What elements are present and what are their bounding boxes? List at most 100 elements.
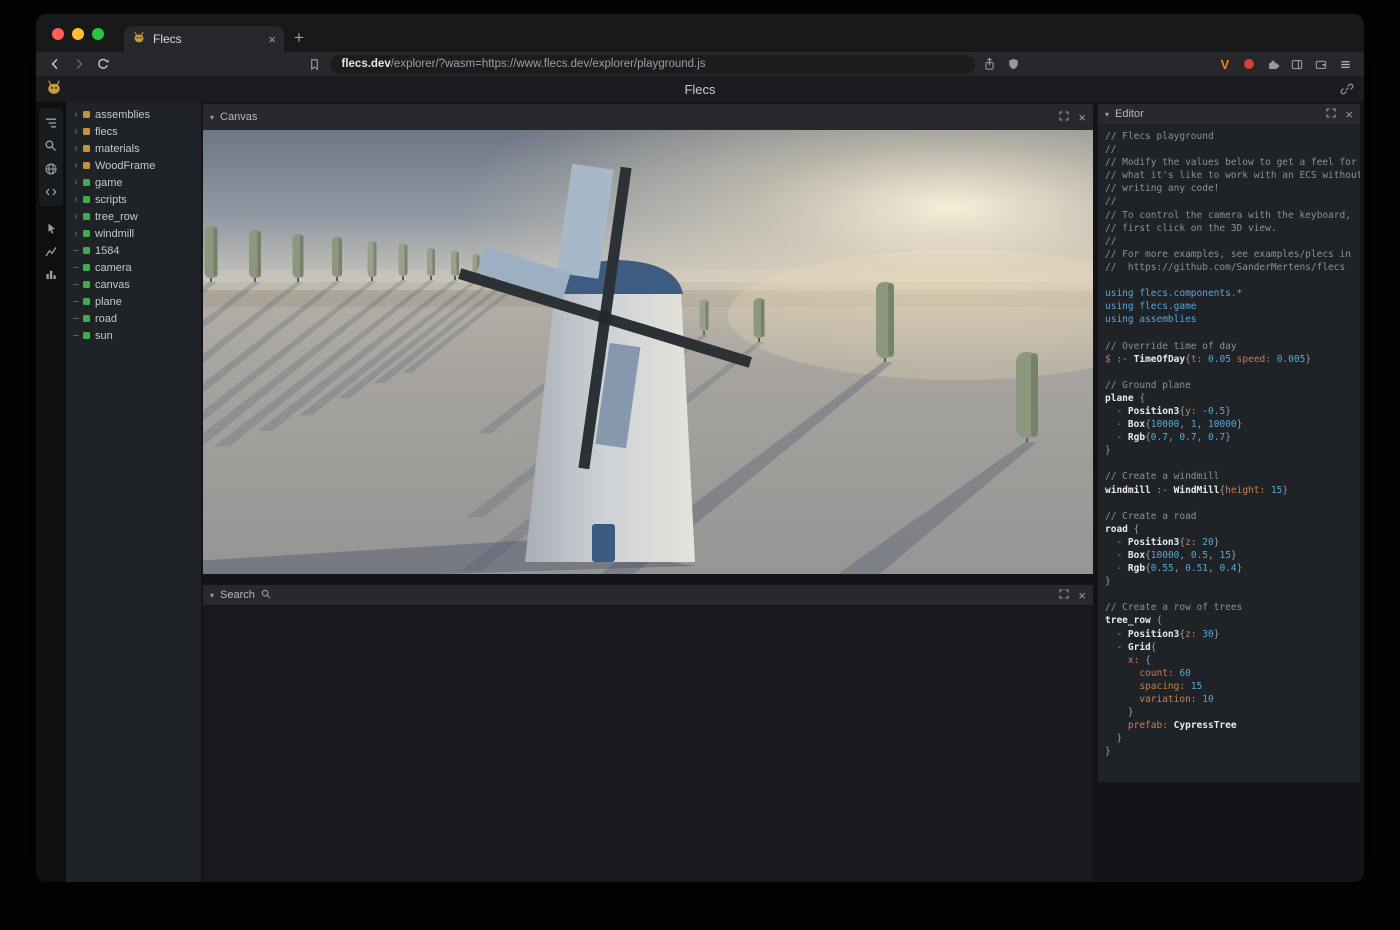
chevron-right-icon[interactable]: › bbox=[71, 194, 81, 205]
tree-item-label: plane bbox=[95, 296, 122, 308]
tree-item[interactable]: –camera bbox=[66, 259, 201, 276]
editor-panel: ▾ Editor × // Flecs playground//// Modif… bbox=[1098, 104, 1360, 782]
tab-favicon-flecs-logo-icon bbox=[132, 30, 146, 49]
wallet-icon[interactable] bbox=[1312, 56, 1330, 72]
leaf-dash-icon: – bbox=[71, 330, 81, 341]
forward-icon[interactable] bbox=[70, 55, 88, 73]
code-line: variation: 10 bbox=[1105, 693, 1360, 706]
tree-item[interactable]: ›assemblies bbox=[66, 106, 201, 123]
entities-tree-icon[interactable] bbox=[39, 111, 63, 134]
extensions-puzzle-icon[interactable] bbox=[1264, 56, 1282, 72]
tree-item[interactable]: ›scripts bbox=[66, 191, 201, 208]
leaf-dash-icon: – bbox=[71, 245, 81, 256]
code-line: road { bbox=[1105, 523, 1360, 536]
browser-window: Flecs × + flecs.dev/explorer/?wasm=https… bbox=[36, 14, 1364, 882]
editor-panel-title: Editor bbox=[1115, 108, 1144, 120]
tree-item[interactable]: ›WoodFrame bbox=[66, 157, 201, 174]
app-header: Flecs bbox=[36, 76, 1364, 102]
code-line: using flecs.components.* bbox=[1105, 287, 1360, 300]
entity-color-square bbox=[83, 315, 90, 322]
code-line: plane { bbox=[1105, 392, 1360, 405]
close-icon[interactable]: × bbox=[1078, 589, 1086, 602]
chevron-down-icon[interactable]: ▾ bbox=[210, 591, 214, 600]
module-color-square bbox=[83, 128, 90, 135]
code-line: } bbox=[1105, 444, 1360, 457]
code-line: // bbox=[1105, 195, 1360, 208]
extension-record-icon[interactable] bbox=[1240, 56, 1258, 72]
chevron-right-icon[interactable]: › bbox=[71, 126, 81, 137]
chevron-down-icon[interactable]: ▾ bbox=[210, 113, 214, 122]
tree-item[interactable]: ›flecs bbox=[66, 123, 201, 140]
chevron-right-icon[interactable]: › bbox=[71, 177, 81, 188]
chevron-right-icon[interactable]: › bbox=[71, 143, 81, 154]
tab-strip: Flecs × + bbox=[36, 14, 1364, 52]
module-color-square bbox=[83, 111, 90, 118]
leaf-dash-icon: – bbox=[71, 262, 81, 273]
code-line: // bbox=[1105, 235, 1360, 248]
tree-item[interactable]: – sun bbox=[66, 327, 201, 344]
code-line: $ :- TimeOfDay{t: 0.05 speed: 0.005} bbox=[1105, 353, 1360, 366]
entity-color-square bbox=[83, 179, 90, 186]
bookmark-icon[interactable] bbox=[306, 55, 324, 73]
zoom-window-button[interactable] bbox=[92, 28, 104, 40]
tree-item-label: sun bbox=[95, 330, 113, 342]
close-icon[interactable]: × bbox=[1345, 108, 1353, 121]
url-bar[interactable]: flecs.dev/explorer/?wasm=https://www.fle… bbox=[330, 55, 975, 74]
chevron-right-icon[interactable]: › bbox=[71, 211, 81, 222]
tree-item-label: tree_row bbox=[95, 211, 138, 223]
entity-color-square bbox=[83, 196, 90, 203]
menu-icon[interactable] bbox=[1336, 56, 1354, 72]
code-line: using assemblies bbox=[1105, 313, 1360, 326]
tree-item-label: road bbox=[95, 313, 117, 325]
code-line: prefab: CypressTree bbox=[1105, 719, 1360, 732]
chevron-down-icon[interactable]: ▾ bbox=[1105, 110, 1109, 119]
tree-item[interactable]: ›windmill bbox=[66, 225, 201, 242]
search-icon[interactable] bbox=[39, 134, 63, 157]
url-path: /explorer/?wasm=https://www.flecs.dev/ex… bbox=[391, 58, 706, 70]
extension-v-icon[interactable]: V bbox=[1216, 56, 1234, 72]
expand-icon[interactable] bbox=[1326, 105, 1336, 123]
module-color-square bbox=[83, 145, 90, 152]
chevron-right-icon[interactable]: › bbox=[71, 109, 81, 120]
shield-icon[interactable] bbox=[1005, 56, 1023, 72]
tree-item[interactable]: › game bbox=[66, 174, 201, 191]
code-line: // bbox=[1105, 143, 1360, 156]
share-link-icon[interactable] bbox=[1340, 82, 1354, 101]
code-line: spacing: 15 bbox=[1105, 680, 1360, 693]
share-icon[interactable] bbox=[981, 56, 999, 72]
tree-item-label: 1584 bbox=[95, 245, 119, 257]
inspect-icon[interactable] bbox=[39, 216, 63, 239]
browser-tab[interactable]: Flecs × bbox=[124, 26, 284, 52]
code-line: // https://github.com/SanderMertens/flec… bbox=[1105, 261, 1360, 274]
tree-item[interactable]: ›materials bbox=[66, 140, 201, 157]
tree-item[interactable]: – 1584 bbox=[66, 242, 201, 259]
minimize-window-button[interactable] bbox=[72, 28, 84, 40]
code-line bbox=[1105, 588, 1360, 601]
side-panel-icon[interactable] bbox=[1288, 56, 1306, 72]
code-icon[interactable] bbox=[39, 180, 63, 203]
expand-icon[interactable] bbox=[1059, 586, 1069, 604]
tree-item[interactable]: –canvas bbox=[66, 276, 201, 293]
chevron-right-icon[interactable]: › bbox=[71, 228, 81, 239]
close-icon[interactable]: × bbox=[1078, 111, 1086, 124]
tree-item[interactable]: › tree_row bbox=[66, 208, 201, 225]
leaf-dash-icon: – bbox=[71, 296, 81, 307]
code-line: // first click on the 3D view. bbox=[1105, 222, 1360, 235]
stats-icon[interactable] bbox=[39, 262, 63, 285]
chevron-right-icon[interactable]: › bbox=[71, 160, 81, 171]
canvas-3d-viewport[interactable] bbox=[203, 130, 1093, 574]
back-icon[interactable] bbox=[46, 55, 64, 73]
new-tab-button[interactable]: + bbox=[294, 28, 304, 48]
expand-icon[interactable] bbox=[1059, 108, 1069, 126]
reload-icon[interactable] bbox=[94, 55, 112, 73]
magnifier-icon bbox=[261, 586, 271, 604]
world-icon[interactable] bbox=[39, 157, 63, 180]
search-results-area[interactable] bbox=[203, 605, 1093, 882]
tree-item[interactable]: – plane bbox=[66, 293, 201, 310]
tab-close-icon[interactable]: × bbox=[268, 33, 276, 46]
editor-code[interactable]: // Flecs playground//// Modify the value… bbox=[1098, 124, 1360, 782]
tree-item[interactable]: –road bbox=[66, 310, 201, 327]
chart-icon[interactable] bbox=[39, 239, 63, 262]
close-window-button[interactable] bbox=[52, 28, 64, 40]
tree-item-label: game bbox=[95, 177, 123, 189]
